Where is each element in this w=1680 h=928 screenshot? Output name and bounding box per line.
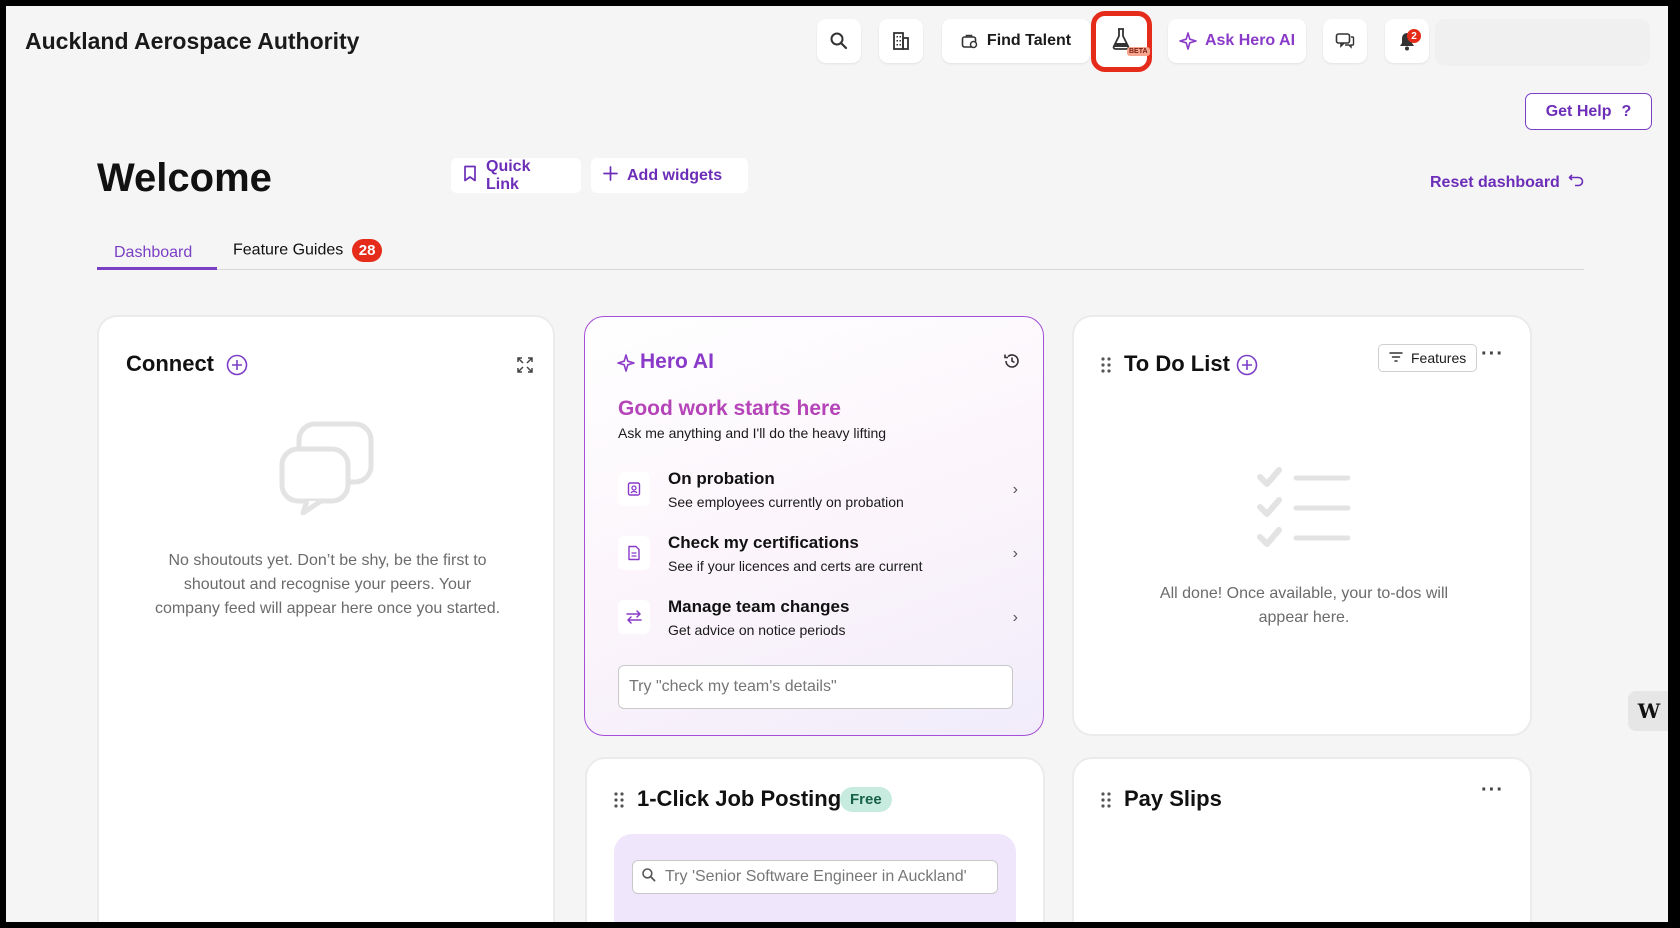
expand-icon[interactable]	[516, 356, 534, 379]
reset-dashboard-button[interactable]: Reset dashboard	[1430, 172, 1584, 193]
hero-ai-widget: Hero AI Good work starts here Ask me any…	[584, 316, 1044, 736]
drag-handle-icon[interactable]	[614, 792, 624, 813]
search-icon	[641, 867, 657, 888]
undo-icon	[1568, 172, 1584, 193]
active-tab-indicator	[97, 267, 217, 270]
features-filter-button[interactable]: Features	[1378, 344, 1478, 372]
swap-icon	[618, 600, 650, 634]
tab-feature-guides[interactable]: Feature Guides 28	[233, 239, 383, 262]
sparkle-icon	[1179, 32, 1197, 50]
briefcase-search-icon	[961, 32, 979, 50]
document-icon	[618, 536, 650, 570]
add-circle-icon[interactable]	[1236, 354, 1258, 381]
job-posting-panel: Try 'Senior Software Engineer in Aucklan…	[614, 834, 1016, 922]
quick-link-label: Quick Link	[486, 157, 531, 193]
chevron-right-icon: ›	[1012, 609, 1018, 626]
feature-guides-count-badge: 28	[351, 239, 383, 262]
chat-bubbles-icon	[279, 421, 375, 520]
side-widget-launcher[interactable]: W	[1628, 691, 1668, 731]
suggestion-manage-team-changes[interactable]: Manage team changes Get advice on notice…	[618, 597, 1018, 647]
notification-count-badge: 2	[1407, 29, 1421, 43]
reset-dashboard-label: Reset dashboard	[1430, 173, 1560, 191]
connect-widget: Connect No shoutouts yet. Don’t be shy, …	[97, 315, 555, 922]
filter-icon	[1389, 350, 1403, 366]
tab-dashboard[interactable]: Dashboard	[114, 244, 192, 262]
suggestion-subtitle: Get advice on notice periods	[668, 622, 846, 638]
todo-title: To Do List	[1124, 351, 1230, 376]
connect-empty-text: No shoutouts yet. Don’t be shy, be the f…	[154, 552, 501, 617]
beta-tag: BETA	[1127, 47, 1150, 56]
get-help-button[interactable]: Get Help ?	[1525, 93, 1652, 130]
hero-ai-prompt-input[interactable]	[618, 665, 1013, 709]
tabs-divider	[97, 269, 1584, 270]
job-title-placeholder: Try 'Senior Software Engineer in Aucklan…	[665, 868, 967, 885]
messages-button[interactable]	[1323, 19, 1367, 63]
suggestion-subtitle: See if your licences and certs are curre…	[668, 558, 923, 574]
job-posting-title: 1-Click Job Posting	[637, 786, 842, 811]
connect-title: Connect	[126, 351, 214, 376]
hero-ai-title: Hero AI	[640, 350, 714, 373]
add-widgets-button[interactable]: Add widgets	[591, 158, 748, 193]
hero-ai-headline: Good work starts here	[618, 397, 841, 420]
notifications-button[interactable]: 2	[1385, 19, 1429, 63]
find-talent-button[interactable]: Find Talent	[942, 19, 1090, 63]
get-help-label: Get Help	[1545, 102, 1612, 120]
chat-icon	[1335, 32, 1355, 50]
organisation-button[interactable]	[879, 19, 923, 63]
profile-menu[interactable]	[1435, 19, 1650, 66]
add-circle-icon[interactable]	[226, 354, 248, 381]
question-icon: ?	[1621, 102, 1632, 120]
company-name: Auckland Aerospace Authority	[25, 28, 360, 54]
ask-hero-ai-button[interactable]: Ask Hero AI	[1168, 19, 1306, 63]
search-icon	[829, 31, 849, 51]
free-badge: Free	[840, 787, 892, 812]
tab-feature-guides-label: Feature Guides	[233, 241, 344, 259]
job-posting-widget: 1-Click Job Posting Free Try 'Senior Sof…	[585, 757, 1045, 922]
todo-empty-text: All done! Once available, your to-dos wi…	[1159, 585, 1449, 626]
page-title: Welcome	[97, 156, 272, 200]
job-title-input[interactable]: Try 'Senior Software Engineer in Aucklan…	[632, 860, 998, 894]
suggestion-check-certifications[interactable]: Check my certifications See if your lice…	[618, 533, 1018, 583]
todo-widget: To Do List Features ··· All done! Once a…	[1072, 315, 1532, 736]
more-options-icon[interactable]: ···	[1481, 779, 1504, 802]
drag-handle-icon[interactable]	[1101, 357, 1111, 378]
building-icon	[892, 31, 910, 51]
sparkle-icon	[617, 354, 635, 377]
suggestion-subtitle: See employees currently on probation	[668, 494, 904, 510]
checklist-icon	[1256, 465, 1352, 560]
search-button[interactable]	[817, 19, 861, 63]
suggestion-title: Check my certifications	[668, 533, 859, 552]
suggestion-title: On probation	[668, 469, 775, 488]
quick-link-button[interactable]: Quick Link	[451, 158, 581, 193]
labs-beta-button[interactable]: BETA	[1091, 11, 1152, 72]
hero-ai-subtitle: Ask me anything and I'll do the heavy li…	[618, 425, 887, 441]
drag-handle-icon[interactable]	[1101, 792, 1111, 813]
bookmark-icon	[463, 165, 477, 187]
add-widgets-label: Add widgets	[627, 166, 723, 184]
more-options-icon[interactable]: ···	[1481, 343, 1504, 366]
chevron-right-icon: ›	[1012, 545, 1018, 562]
w-logo-icon: W	[1637, 699, 1661, 723]
suggestion-title: Manage team changes	[668, 597, 850, 616]
find-talent-label: Find Talent	[986, 32, 1072, 49]
history-icon[interactable]	[1003, 352, 1021, 375]
features-label: Features	[1411, 350, 1467, 366]
badge-icon	[618, 472, 650, 506]
chevron-right-icon: ›	[1012, 481, 1018, 498]
suggestion-on-probation[interactable]: On probation See employees currently on …	[618, 469, 1018, 519]
pay-slips-widget: Pay Slips ···	[1072, 757, 1532, 922]
plus-icon	[603, 165, 618, 186]
app-frame: Auckland Aerospace Authority Find Talent…	[6, 6, 1668, 922]
ask-hero-ai-label: Ask Hero AI	[1204, 32, 1296, 49]
pay-slips-title: Pay Slips	[1124, 786, 1222, 811]
